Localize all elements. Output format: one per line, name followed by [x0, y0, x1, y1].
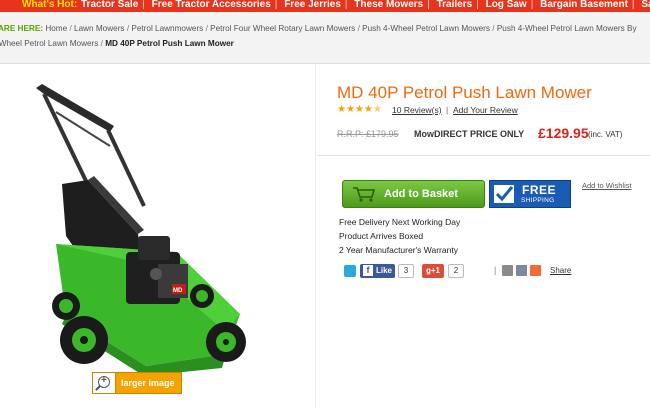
facebook-like-count: 3	[398, 264, 414, 278]
hot-link-sale[interactable]: Sale	[641, 0, 650, 10]
hot-link-log-saw[interactable]: Log Saw	[486, 0, 527, 10]
twitter-icon[interactable]	[344, 265, 356, 277]
breadcrumb-lawn-mowers[interactable]: Lawn Mowers	[74, 24, 125, 33]
email-icon[interactable]	[516, 265, 527, 276]
hot-link-free-jerries[interactable]: Free Jerries	[284, 0, 341, 10]
free-shipping-top: FREE	[522, 183, 557, 197]
free-shipping-badge: FREE SHIPPING	[489, 180, 571, 208]
add-review-link[interactable]: Add Your Review	[453, 105, 518, 115]
hot-link-tractor-sale[interactable]: Tractor Sale	[81, 0, 138, 10]
product-title: MD 40P Petrol Push Lawn Mower	[337, 83, 592, 102]
breadcrumb-wheel-petrol[interactable]: -Wheel Petrol Lawn Mowers	[0, 39, 98, 48]
print-icon[interactable]	[502, 265, 513, 276]
larger-image-button[interactable]: + larger image	[92, 372, 182, 394]
larger-image-label: larger image	[121, 378, 175, 388]
breadcrumb-push-4-wheel[interactable]: Push 4-Wheel Petrol Lawn Mowers	[362, 24, 490, 33]
price-label: MowDIRECT PRICE ONLY	[414, 129, 525, 139]
free-shipping-bottom: SHIPPING	[521, 197, 555, 204]
star-rating: ★★★★★	[337, 104, 382, 115]
star-icon: ★	[337, 104, 346, 115]
google-plus-button[interactable]: g+1	[422, 264, 444, 278]
basket-icon	[353, 187, 376, 202]
breadcrumb-line-1: ARE HERE: Home / Lawn Mowers / Petrol La…	[0, 24, 637, 33]
breadcrumb-home[interactable]: Home	[45, 24, 67, 33]
rrp-price: R.R.P: £179.95	[337, 129, 399, 139]
hot-link-these-mowers[interactable]: These Mowers	[354, 0, 423, 10]
breadcrumb: ARE HERE: Home / Lawn Mowers / Petrol La…	[0, 12, 650, 64]
mower-badge-text: MD	[173, 288, 183, 294]
add-to-basket-label: Add to Basket	[384, 188, 458, 200]
google-plus-count: 2	[448, 264, 464, 278]
hot-link-free-tractor-accessories[interactable]: Free Tractor Accessories	[152, 0, 271, 10]
product-header: MD 40P Petrol Push Lawn Mower ★★★★★ 10 R…	[317, 64, 650, 156]
breadcrumb-current: MD 40P Petrol Push Lawn Mower	[105, 39, 234, 48]
zoom-icon: +	[93, 373, 116, 393]
reviews-link[interactable]: 10 Review(s)	[392, 105, 442, 115]
facebook-icon: f	[363, 265, 373, 276]
breadcrumb-petrol-lawnmowers[interactable]: Petrol Lawnmowers	[131, 24, 203, 33]
you-are-here-label: ARE HERE:	[0, 24, 44, 33]
hot-link-bargain-basement[interactable]: Bargain Basement	[540, 0, 628, 10]
vat-note: (inc. VAT)	[588, 130, 623, 139]
product-image-column: MD + larger image	[0, 64, 316, 408]
whats-hot-label: What's Hot:	[22, 0, 78, 10]
breadcrumb-line-2: -Wheel Petrol Lawn Mowers / MD 40P Petro…	[0, 36, 650, 51]
checkmark-icon	[494, 185, 514, 203]
benefit-warranty: 2 Year Manufacturer's Warranty	[339, 245, 458, 255]
benefit-free-delivery: Free Delivery Next Working Day	[339, 217, 461, 227]
breadcrumb-push-4-wheel-by[interactable]: Push 4-Wheel Petrol Lawn Mowers By	[497, 24, 637, 33]
breadcrumb-petrol-four-wheel[interactable]: Petrol Four Wheel Rotary Lawn Mowers	[210, 24, 355, 33]
benefit-boxed: Product Arrives Boxed	[339, 231, 424, 241]
star-icon: ★	[345, 104, 355, 115]
facebook-like-button[interactable]: f Like	[360, 264, 395, 278]
hot-link-trailers[interactable]: Trailers	[437, 0, 473, 10]
product-price: £129.95	[538, 125, 589, 141]
share-plus-icon[interactable]	[530, 265, 541, 276]
star-icon: ★	[363, 104, 373, 115]
product-image-lawn-mower[interactable]: MD	[26, 84, 256, 374]
add-to-wishlist-link[interactable]: Add to Wishlist	[582, 181, 632, 190]
half-star-icon: ★	[372, 104, 382, 115]
add-to-basket-button[interactable]: Add to Basket	[342, 180, 485, 208]
share-link[interactable]: Share	[550, 266, 571, 275]
product-benefits: Free Delivery Next Working Day Product A…	[339, 215, 460, 257]
star-icon: ★	[354, 104, 364, 115]
facebook-like-label: Like	[376, 266, 393, 275]
whats-hot-links: Tractor Sale | Free Tractor Accessories | …	[81, 0, 650, 10]
whats-hot-bar: What's Hot: Tractor Sale | Free Tractor A…	[0, 0, 650, 12]
product-main: MD + larger image MD 40P Petrol Push Law…	[0, 64, 650, 408]
product-info-column: MD 40P Petrol Push Lawn Mower ★★★★★ 10 R…	[317, 64, 650, 408]
